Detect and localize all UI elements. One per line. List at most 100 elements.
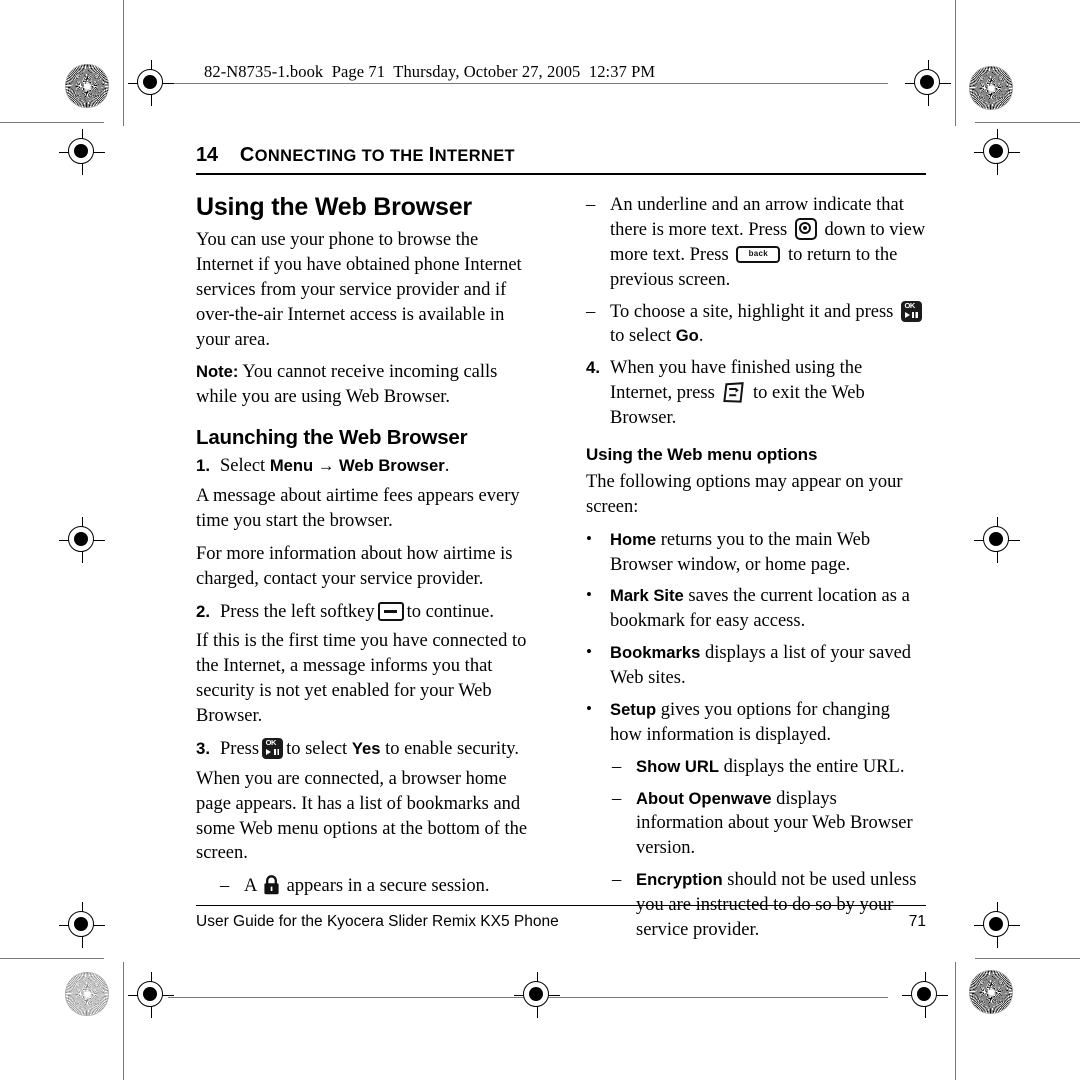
dash-marker: –: [612, 756, 622, 777]
dash-marker: –: [220, 876, 230, 897]
step-1: 1. Select Menu → Web Browser.: [196, 454, 536, 479]
color-rosette-icon: [969, 970, 1013, 1014]
page-footer: User Guide for the Kyocera Slider Remix …: [196, 905, 926, 931]
page-content: 82-N8735-1.book Page 71 Thursday, Octobe…: [196, 62, 926, 950]
registration-mark-icon: [974, 129, 1020, 175]
registration-mark-icon: [902, 972, 948, 1018]
trim-line: [0, 122, 104, 123]
registration-mark-icon: [59, 517, 105, 563]
left-column: Using the Web Browser You can use your p…: [196, 193, 536, 950]
menu-options-title: Using the Web menu options: [586, 444, 818, 464]
trim-line: [955, 962, 956, 1080]
menu-term: Menu: [269, 456, 314, 476]
dash-text: To choose a site, highlight it and press…: [610, 300, 926, 350]
note-text: You cannot receive incoming calls while …: [196, 362, 498, 408]
option-term: Home: [610, 529, 657, 549]
page-number: 71: [908, 913, 926, 930]
bullet-item: • Home returns you to the main Web Brows…: [586, 528, 926, 578]
trim-line: [168, 997, 888, 998]
navigation-key-icon: [794, 217, 817, 240]
chapter-title: CONNECTING TO THE INTERNET: [239, 144, 515, 166]
dash-marker: –: [586, 301, 596, 322]
step-text: Select Menu → Web Browser.: [220, 456, 450, 477]
step-3-dash-item: – A appears in a secure session.: [220, 874, 536, 899]
note-label: Note:: [196, 362, 239, 382]
section-title: Using the Web Browser: [196, 193, 472, 221]
bullet-marker: •: [586, 642, 592, 662]
step-3-note: When you are connected, a browser home p…: [196, 768, 528, 864]
trim-line: [975, 122, 1080, 123]
option-term: Show URL: [636, 756, 719, 776]
step-1-note-2: For more information about how airtime i…: [196, 543, 513, 589]
bullet-text: Setup gives you options for changing how…: [610, 699, 890, 745]
trim-line: [955, 0, 956, 126]
bullet-text: Home returns you to the main Web Browser…: [610, 529, 871, 575]
chapter-number: 14: [196, 144, 218, 166]
dash-item-choose-site: – To choose a site, highlight it and pre…: [586, 300, 926, 350]
step-number: 2.: [196, 601, 210, 621]
menu-term: Web Browser: [338, 456, 445, 476]
step-text: Press OK to select Yes to enable security.: [220, 737, 519, 759]
left-softkey-icon: [377, 601, 404, 621]
footer-title: User Guide for the Kyocera Slider Remix …: [196, 913, 559, 930]
book-file-header: 82-N8735-1.book Page 71 Thursday, Octobe…: [204, 62, 656, 81]
ok-key-icon: OK: [262, 737, 284, 759]
bullet-item: • Setup gives you options for changing h…: [586, 698, 926, 748]
sub-dash-item: – About Openwave displays information ab…: [612, 787, 926, 862]
trim-line: [0, 958, 104, 959]
chapter-rule: [196, 173, 926, 175]
dash-marker: –: [586, 195, 596, 215]
dash-text: A appears in a secure session.: [244, 875, 490, 897]
bullet-text: Bookmarks displays a list of your saved …: [610, 643, 912, 688]
color-rosette-icon: [969, 66, 1013, 110]
step-number: 3.: [196, 738, 210, 758]
step-2-note: If this is the first time you have conne…: [196, 631, 527, 726]
dash-text: An underline and an arrow indicate that …: [610, 195, 926, 290]
end-key-icon: [722, 382, 745, 403]
step-3: 3. Press OK to select Yes to enable securi…: [196, 737, 536, 762]
step-number: 1.: [196, 456, 210, 476]
dash-item-underline-arrow: – An underline and an arrow indicate tha…: [586, 193, 926, 293]
option-term: About Openwave: [636, 788, 772, 808]
step-number: 4.: [586, 358, 600, 378]
subsection-title: Launching the Web Browser: [196, 426, 468, 450]
trim-line: [123, 962, 124, 1080]
registration-mark-icon: [128, 60, 174, 106]
trim-line: [123, 0, 124, 126]
bullet-marker: •: [586, 698, 592, 718]
step-text: When you have finished using the Interne…: [610, 358, 865, 428]
menu-term: Yes: [351, 738, 381, 758]
back-key-icon: back: [736, 245, 781, 263]
step-4: 4. When you have finished using the Inte…: [586, 356, 926, 431]
color-rosette-icon: [65, 64, 109, 108]
bullet-item: • Mark Site saves the current location a…: [586, 584, 926, 634]
step-text: Press the left softkey to continue.: [220, 601, 494, 622]
registration-mark-icon: [59, 902, 105, 948]
padlock-icon: [263, 875, 280, 895]
bullet-marker: •: [586, 528, 592, 548]
registration-mark-icon: [514, 972, 560, 1018]
trim-line: [975, 958, 1080, 959]
bullet-item: • Bookmarks displays a list of your save…: [586, 641, 926, 691]
registration-mark-icon: [974, 902, 1020, 948]
note-paragraph: Note: You cannot receive incoming calls …: [196, 360, 536, 410]
dash-text: Show URL displays the entire URL.: [636, 756, 905, 777]
right-column: – An underline and an arrow indicate tha…: [586, 193, 926, 950]
registration-mark-icon: [128, 972, 174, 1018]
bullet-text: Mark Site saves the current location as …: [610, 586, 910, 632]
chapter-heading: 14 CONNECTING TO THE INTERNET: [196, 144, 926, 167]
ok-key-icon: OK: [900, 300, 922, 322]
sub-dash-item: – Show URL displays the entire URL.: [612, 755, 926, 780]
intro-paragraph: You can use your phone to browse the Int…: [196, 230, 522, 350]
step-2: 2. Press the left softkey to continue.: [196, 600, 536, 625]
registration-mark-icon: [974, 517, 1020, 563]
step-1-note-1: A message about airtime fees appears eve…: [196, 486, 520, 531]
option-term: Setup: [610, 699, 657, 719]
menu-options-intro: The following options may appear on your…: [586, 471, 903, 517]
dash-marker: –: [612, 788, 622, 809]
two-column-layout: Using the Web Browser You can use your p…: [196, 193, 926, 950]
registration-mark-icon: [59, 129, 105, 175]
menu-term: Go: [675, 326, 699, 346]
footer-row: User Guide for the Kyocera Slider Remix …: [196, 906, 926, 931]
option-term: Encryption: [636, 870, 723, 890]
